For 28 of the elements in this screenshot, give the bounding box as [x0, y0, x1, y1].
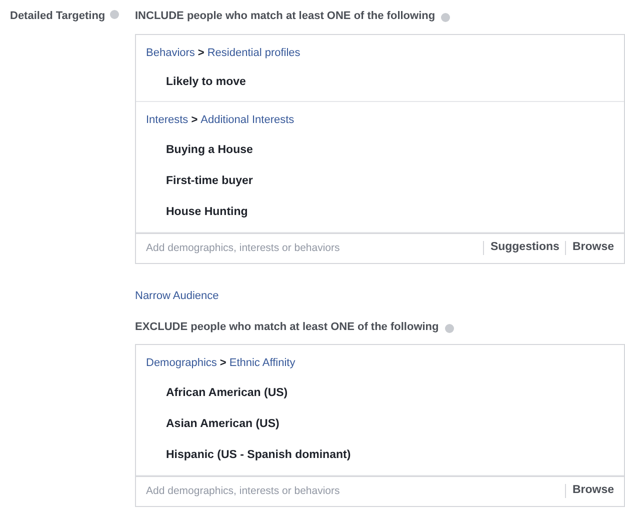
category-link[interactable]: Behaviors — [146, 44, 195, 61]
targeting-item: Buying a House — [165, 142, 254, 158]
separator: > — [191, 113, 198, 128]
narrow-audience-link[interactable]: Narrow Audience — [135, 288, 219, 305]
separator: > — [198, 46, 204, 60]
section-heading: EXCLUDE people who match at least ONE of the following — [135, 320, 439, 335]
subcategory-link[interactable]: Additional Interests — [200, 112, 294, 129]
info-icon[interactable] — [441, 12, 450, 22]
targeting-item: African American (US) — [165, 386, 289, 401]
subcategory-link[interactable]: Ethnic Affinity — [229, 355, 296, 372]
subcategory-link[interactable]: Residential profiles — [207, 44, 300, 61]
targeting-item: Hispanic (US - Spanish dominant) — [165, 448, 352, 464]
search-field[interactable]: Add demographics, interests or behaviors — [146, 484, 560, 500]
category-link[interactable]: Interests — [146, 112, 188, 129]
field-label: Detailed Targeting — [10, 9, 106, 24]
targeting-item: House Hunting — [165, 205, 249, 220]
info-icon[interactable] — [110, 10, 120, 19]
category-link[interactable]: Demographics — [146, 355, 217, 372]
targeting-item: Likely to move — [165, 75, 247, 90]
separator: > — [220, 356, 226, 372]
action-button[interactable]: Suggestions — [483, 241, 560, 256]
info-icon[interactable] — [444, 324, 454, 332]
section-heading: INCLUDE people who match at least ONE of the following — [135, 9, 436, 24]
targeting-item: First-time buyer — [165, 174, 254, 189]
action-button[interactable]: Browse — [565, 484, 614, 498]
action-button[interactable]: Browse — [565, 241, 614, 256]
targeting-item: Asian American (US) — [165, 417, 280, 432]
search-field[interactable]: Add demographics, interests or behaviors — [146, 240, 478, 256]
